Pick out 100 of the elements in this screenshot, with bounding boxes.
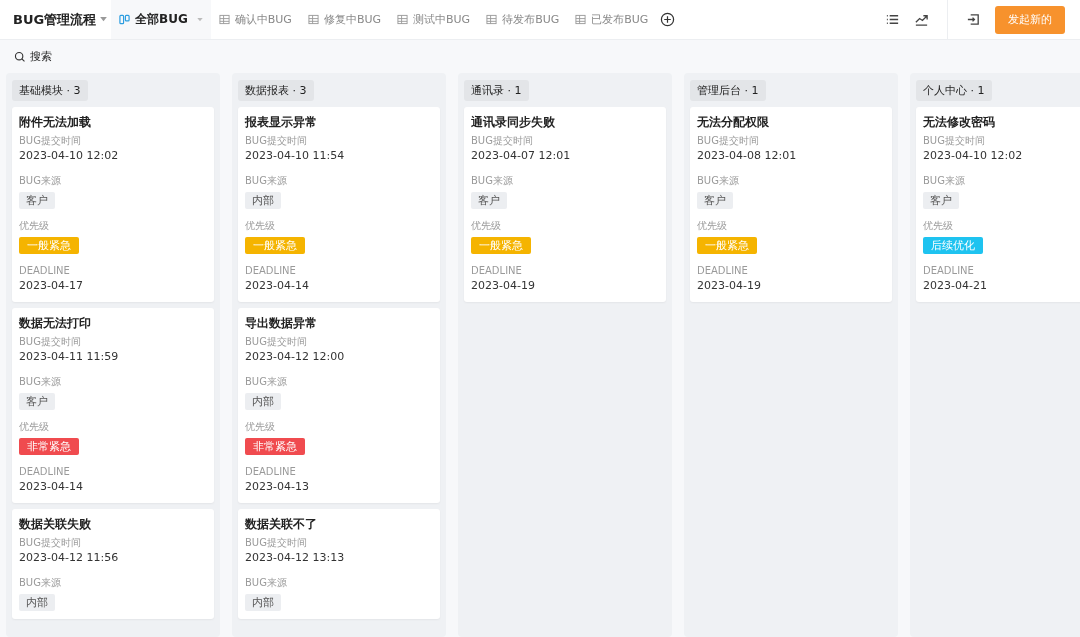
bug-card[interactable]: 数据关联不了 BUG提交时间 2023-04-12 13:13 BUG来源 内部 — [238, 509, 440, 619]
source-tag: 客户 — [697, 192, 733, 209]
card-title: 报表显示异常 — [245, 114, 318, 131]
field-value: 2023-04-19 — [471, 278, 536, 294]
priority-tag: 一般紧急 — [471, 237, 531, 254]
field-label: DEADLINE — [19, 465, 71, 479]
card-title: 数据无法打印 — [19, 315, 92, 332]
search-icon — [14, 50, 26, 63]
card-title: 导出数据异常 — [245, 315, 318, 332]
table-icon — [397, 14, 408, 25]
table-icon — [307, 14, 319, 25]
field-label: 优先级 — [245, 219, 276, 233]
priority-tag: 一般紧急 — [697, 237, 757, 254]
table-icon — [218, 14, 230, 25]
field-value: 2023-04-07 12:01 — [471, 148, 572, 164]
field-label: DEADLINE — [471, 264, 523, 278]
field-label: BUG来源 — [19, 576, 62, 590]
card-title: 无法修改密码 — [923, 114, 996, 131]
field-label: BUG来源 — [19, 174, 62, 188]
field-label: DEADLINE — [19, 264, 71, 278]
view-tab[interactable]: 确认中BUG — [210, 0, 300, 39]
field-label: BUG来源 — [923, 174, 966, 188]
source-tag: 内部 — [245, 594, 281, 611]
app-title[interactable]: BUG管理流程 — [13, 10, 97, 29]
field-label: 优先级 — [923, 219, 954, 233]
source-tag: 客户 — [19, 192, 55, 209]
field-label: BUG提交时间 — [923, 134, 986, 148]
source-tag: 内部 — [245, 192, 281, 209]
field-label: DEADLINE — [923, 264, 975, 278]
field-label: DEADLINE — [245, 264, 297, 278]
priority-tag: 非常紧急 — [19, 438, 79, 455]
board-icon — [119, 14, 130, 25]
bug-card[interactable]: 数据关联失败 BUG提交时间 2023-04-12 11:56 BUG来源 内部 — [12, 509, 214, 619]
view-tab[interactable]: 测试中BUG — [389, 0, 479, 39]
trend-chart-icon[interactable] — [914, 12, 929, 27]
field-label: BUG来源 — [245, 375, 288, 389]
view-tab[interactable]: 全部BUG — [111, 0, 211, 39]
field-label: BUG提交时间 — [19, 134, 82, 148]
card-title: 通讯录同步失败 — [471, 114, 556, 131]
source-tag: 内部 — [245, 393, 281, 410]
card-title: 无法分配权限 — [697, 114, 770, 131]
field-value: 2023-04-17 — [19, 278, 84, 294]
field-label: DEADLINE — [245, 465, 297, 479]
field-label: 优先级 — [697, 219, 728, 233]
source-tag: 客户 — [471, 192, 507, 209]
field-label: BUG来源 — [19, 375, 62, 389]
field-label: BUG提交时间 — [471, 134, 534, 148]
search-button[interactable]: 搜索 — [14, 49, 52, 64]
priority-tag: 一般紧急 — [245, 237, 305, 254]
source-tag: 客户 — [923, 192, 959, 209]
field-label: BUG来源 — [245, 576, 288, 590]
card-title: 数据关联失败 — [19, 516, 92, 533]
priority-tag: 一般紧急 — [19, 237, 79, 254]
column-title: 管理后台 · 1 — [690, 79, 766, 101]
field-value: 2023-04-14 — [245, 278, 310, 294]
field-label: BUG提交时间 — [245, 134, 308, 148]
bug-card[interactable]: 数据无法打印 BUG提交时间 2023-04-11 11:59 BUG来源 客户 优先级 非常紧急 DEADLINE 2023-04-14 — [12, 308, 214, 503]
bug-card[interactable]: 导出数据异常 BUG提交时间 2023-04-12 12:00 BUG来源 内部 优先级 非常紧急 DEADLINE 2023-04-13 — [238, 308, 440, 503]
bug-card[interactable]: 无法分配权限 BUG提交时间 2023-04-08 12:01 BUG来源 客户 优先级 一般紧急 DEADLINE 2023-04-19 — [690, 107, 892, 302]
bug-card[interactable]: 附件无法加载 BUG提交时间 2023-04-10 12:02 BUG来源 客户 优先级 一般紧急 DEADLINE 2023-04-17 — [12, 107, 214, 302]
field-label: BUG提交时间 — [245, 335, 308, 349]
table-icon — [575, 14, 587, 25]
source-tag: 内部 — [19, 594, 55, 611]
view-tab[interactable]: 已发布BUG — [567, 0, 657, 39]
table-icon — [486, 14, 498, 25]
field-label: BUG来源 — [697, 174, 740, 188]
column-title: 个人中心 · 1 — [916, 79, 992, 101]
field-value: 2023-04-19 — [697, 278, 762, 294]
bug-card[interactable]: 通讯录同步失败 BUG提交时间 2023-04-07 12:01 BUG来源 客户 优先级 一般紧急 DEADLINE 2023-04-19 — [464, 107, 666, 302]
field-value: 2023-04-12 13:13 — [245, 550, 346, 566]
card-title: 附件无法加载 — [19, 114, 92, 131]
exit-icon[interactable] — [966, 12, 981, 27]
field-value: 2023-04-14 — [19, 479, 84, 495]
field-value: 2023-04-10 11:54 — [245, 148, 346, 164]
field-label: DEADLINE — [697, 264, 749, 278]
field-value: 2023-04-12 12:00 — [245, 349, 346, 365]
bug-card[interactable]: 报表显示异常 BUG提交时间 2023-04-10 11:54 BUG来源 内部 优先级 一般紧急 DEADLINE 2023-04-14 — [238, 107, 440, 302]
bug-card[interactable]: 无法修改密码 BUG提交时间 2023-04-10 12:02 BUG来源 客户 优先级 后续优化 DEADLINE 2023-04-21 — [916, 107, 1080, 302]
field-label: BUG来源 — [245, 174, 288, 188]
field-label: 优先级 — [471, 219, 502, 233]
column-title: 数据报表 · 3 — [238, 79, 314, 101]
field-label: BUG提交时间 — [697, 134, 760, 148]
add-icon[interactable] — [660, 12, 676, 27]
list-icon[interactable] — [885, 12, 900, 27]
field-value: 2023-04-12 11:56 — [19, 550, 120, 566]
view-tab[interactable]: 修复中BUG — [299, 0, 389, 39]
field-label: BUG提交时间 — [19, 536, 82, 550]
view-tab[interactable]: 待发布BUG — [478, 0, 568, 39]
priority-tag: 非常紧急 — [245, 438, 305, 455]
field-value: 2023-04-11 11:59 — [19, 349, 120, 365]
field-value: 2023-04-08 12:01 — [697, 148, 798, 164]
field-label: BUG提交时间 — [19, 335, 82, 349]
field-value: 2023-04-10 12:02 — [19, 148, 120, 164]
field-label: 优先级 — [245, 420, 276, 434]
field-value: 2023-04-21 — [923, 278, 988, 294]
card-title: 数据关联不了 — [245, 516, 318, 533]
caret-icon[interactable] — [100, 17, 108, 22]
priority-tag: 后续优化 — [923, 237, 983, 254]
field-label: BUG来源 — [471, 174, 514, 188]
source-tag: 客户 — [19, 393, 55, 410]
